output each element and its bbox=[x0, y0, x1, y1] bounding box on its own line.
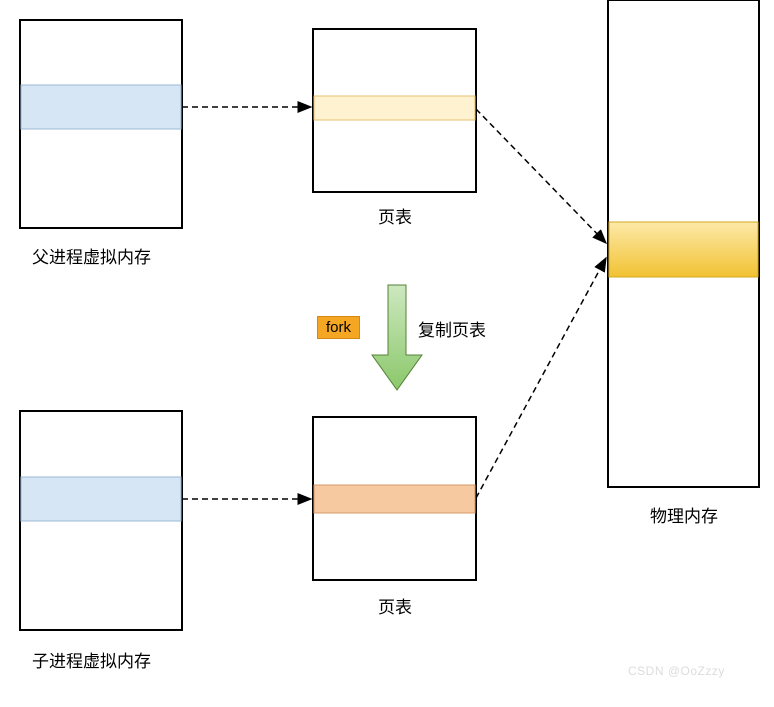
page-table-top-label: 页表 bbox=[378, 203, 412, 228]
parent-vm-label: 父进程虚拟内存 bbox=[32, 243, 151, 268]
child-vm-box bbox=[20, 411, 182, 630]
parent-vm-box bbox=[20, 20, 182, 228]
child-vm-label: 子进程虚拟内存 bbox=[32, 647, 151, 672]
physical-memory-box bbox=[608, 0, 759, 487]
arrow-pt-bottom-to-phys bbox=[476, 258, 606, 498]
physical-memory-label: 物理内存 bbox=[650, 502, 718, 527]
watermark: CSDN @OoZzzy bbox=[628, 664, 725, 678]
copy-pt-label: 复制页表 bbox=[418, 316, 486, 341]
fork-tag: fork bbox=[317, 316, 360, 339]
fork-arrow-icon bbox=[372, 285, 422, 390]
page-table-bottom-label: 页表 bbox=[378, 593, 412, 618]
arrow-pt-top-to-phys bbox=[476, 109, 606, 243]
page-table-top-box bbox=[313, 29, 476, 192]
page-table-bottom-box bbox=[313, 417, 476, 580]
